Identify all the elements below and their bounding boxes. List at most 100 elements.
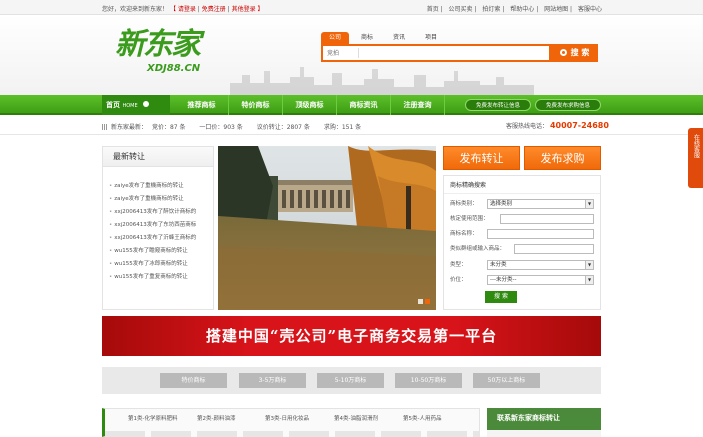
category-label: 商标类别： [450, 201, 478, 207]
tab-category-2[interactable]: 第2类-颜料油漆 [197, 414, 235, 422]
publish-sell-pill[interactable]: 免费发布转让信息 [465, 99, 531, 111]
stat-auction[interactable]: 竞价：87 条 [152, 124, 186, 131]
price-label: 价位： [450, 277, 467, 283]
latest-transfers-panel: 最新转让 zaiye发布了重機商标的转让 zaiye发布了重機商标的转让 xxj… [102, 146, 214, 310]
filter-title: 商标精确搜索 [444, 176, 600, 194]
tab-category-5[interactable]: 第5类-人用药品 [403, 414, 441, 422]
nav-item-top[interactable]: 顶级商标 [283, 95, 337, 115]
top-bar: 您好，欢迎来到新东家！ 【 请登录 | 免费注册 | 其他登录 】 首页 | 公… [0, 0, 703, 15]
main-nav: 首页 HOME 推荐商标 特价商标 顶级商标 商标资讯 注册查询 免费发布转让信… [0, 95, 703, 115]
logo-cn-text: 新东家 [115, 27, 201, 62]
nav-home-label: 首页 [106, 101, 120, 109]
price-value: ---未分类-- [490, 277, 517, 283]
logo-en-text: XDJ88.CN [147, 63, 201, 74]
tab-category-4[interactable]: 第4类-油脂润滑剂 [334, 414, 378, 422]
category-select[interactable]: 选择类别 ▼ [487, 199, 594, 209]
chevron-down-icon: ▼ [585, 276, 593, 284]
type-label: 类型： [450, 262, 467, 268]
stat-wanted[interactable]: 求购：151 条 [324, 124, 361, 131]
nav-item-special-price[interactable]: 特价商标 [229, 95, 283, 115]
new-transfer-panel: 联系新东家商标转让 [487, 408, 601, 437]
hero-slideshow[interactable] [218, 146, 436, 310]
latest-transfers-title: 最新转让 [103, 147, 213, 167]
service-text: 在线客服 [692, 134, 700, 158]
search-box [321, 44, 551, 62]
stats-label: 新东家最新： [111, 124, 148, 131]
publish-sell-button[interactable]: 发布转让 [443, 146, 520, 170]
register-link[interactable]: 免费注册 [202, 6, 226, 13]
campus-photo [218, 146, 436, 310]
list-item[interactable]: wu155发布了重复商标的转让 [109, 271, 213, 284]
group-input[interactable] [514, 244, 594, 254]
search-tab-news[interactable]: 资讯 [385, 32, 413, 44]
price-filter-10-50w[interactable]: 10-50万商标 [395, 373, 462, 388]
list-item[interactable]: xxj2006413发布了沂蜂王商标的 [109, 232, 213, 245]
search-tab-trademark[interactable]: 商标 [353, 32, 381, 44]
top-link-home[interactable]: 首页 [427, 6, 439, 13]
top-link-sitemap[interactable]: 网站地图 [544, 6, 568, 13]
top-link-company-trade[interactable]: 公司买卖 [449, 6, 473, 13]
publish-buy-button[interactable]: 发布求购 [524, 146, 601, 170]
search-icon [559, 49, 567, 56]
welcome-text: 您好，欢迎来到新东家！ [102, 6, 169, 13]
nav-item-register-query[interactable]: 注册查询 [391, 95, 445, 115]
login-link[interactable]: 请登录 [178, 6, 196, 13]
nav-home-en: HOME [122, 103, 138, 109]
new-transfer-title: 联系新东家商标转让 [497, 414, 560, 422]
group-label: 类似群组或输入商品： [450, 246, 506, 252]
search-button[interactable]: 搜 索 [551, 44, 598, 62]
tab-category-3[interactable]: 第3类-日用化妆品 [265, 414, 309, 422]
top-link-auction[interactable]: 拍灯索 [482, 6, 500, 13]
site-logo[interactable]: 新东家 XDJ88.CN [115, 30, 220, 78]
online-service-tab[interactable]: 在线客服 [688, 128, 703, 188]
search-tabs: 公司 商标 资讯 项目 [321, 32, 449, 44]
chevron-down-icon: ▼ [585, 200, 593, 208]
slide-dot-active[interactable] [425, 299, 430, 304]
top-links: 首页 | 公司买卖 | 拍灯索 | 帮助中心 | 网站地图 | 客服中心 [426, 6, 602, 13]
search-button-label: 搜 索 [570, 48, 590, 57]
stat-negotiable[interactable]: 议价转让：2807 条 [257, 124, 310, 131]
hotline-label: 客服热线电话： [506, 123, 549, 130]
price-filter-3-5w[interactable]: 3-5万商标 [239, 373, 306, 388]
top-link-help[interactable]: 帮助中心 [510, 6, 534, 13]
home-dot-icon [143, 101, 150, 107]
price-filter-50w-plus[interactable]: 50万以上商标 [473, 373, 540, 388]
slide-dot[interactable] [418, 299, 423, 304]
tab-category-1[interactable]: 第1类-化学原料肥料 [128, 414, 178, 422]
list-item[interactable]: xxj2006413发布了东坊西苗商标 [109, 219, 213, 232]
type-value: 未分类 [490, 262, 507, 268]
price-filter-special[interactable]: 特价商标 [160, 373, 227, 388]
list-item[interactable]: xxj2006413发布了醉饮计商标的 [109, 206, 213, 219]
price-filter-bar: 特价商标 3-5万商标 5-10万商标 10-50万商标 50万以上商标 [102, 367, 601, 394]
nav-item-news[interactable]: 商标资讯 [337, 95, 391, 115]
chevron-down-icon: ▼ [585, 261, 593, 269]
trademark-search-form: 商标精确搜索 商标类别： 选择类别 ▼ 核定使用范围： 商标名称： 类似群组或输… [443, 175, 601, 310]
publish-buy-pill[interactable]: 免费发布求购信息 [535, 99, 601, 111]
filter-search-button[interactable]: 搜 索 [485, 291, 517, 303]
type-select[interactable]: 未分类 ▼ [487, 260, 594, 270]
welcome-bar: 您好，欢迎来到新东家！ 【 请登录 | 免费注册 | 其他登录 】 [102, 6, 264, 13]
list-item[interactable]: zaiye发布了重機商标的转让 [109, 193, 213, 206]
hotline-number: 40007-24680 [549, 121, 609, 130]
price-select[interactable]: ---未分类-- ▼ [487, 275, 594, 285]
other-login-link[interactable]: 其他登录 [232, 6, 256, 13]
category-value: 选择类别 [490, 201, 513, 207]
scope-label: 核定使用范围： [450, 216, 489, 222]
skyline-decoration [230, 67, 534, 95]
list-item[interactable]: wu155发布了瞻窥商标的转让 [109, 245, 213, 258]
nav-home[interactable]: 首页 HOME [102, 95, 170, 115]
scope-input[interactable] [500, 214, 594, 224]
banner-text: 搭建中国“壳公司”电子商务交易第一平台 [205, 327, 498, 345]
search-tab-project[interactable]: 项目 [417, 32, 445, 44]
name-input[interactable] [487, 229, 594, 239]
top-link-service[interactable]: 客服中心 [578, 6, 602, 13]
search-input[interactable] [323, 46, 549, 60]
promo-banner[interactable]: 搭建中国“壳公司”电子商务交易第一平台 [102, 316, 601, 356]
stats-ticker: 新东家最新： 竞价：87 条 一口价：903 条 议价转让：2807 条 求购：… [0, 117, 703, 135]
search-tab-company[interactable]: 公司 [321, 32, 350, 44]
stat-fixed-price[interactable]: 一口价：903 条 [199, 124, 242, 131]
list-item[interactable]: zaiye发布了重機商标的转让 [109, 180, 213, 193]
list-item[interactable]: wu155发布了冰郎商标的转让 [109, 258, 213, 271]
nav-item-recommended[interactable]: 推荐商标 [175, 95, 229, 115]
price-filter-5-10w[interactable]: 5-10万商标 [317, 373, 384, 388]
